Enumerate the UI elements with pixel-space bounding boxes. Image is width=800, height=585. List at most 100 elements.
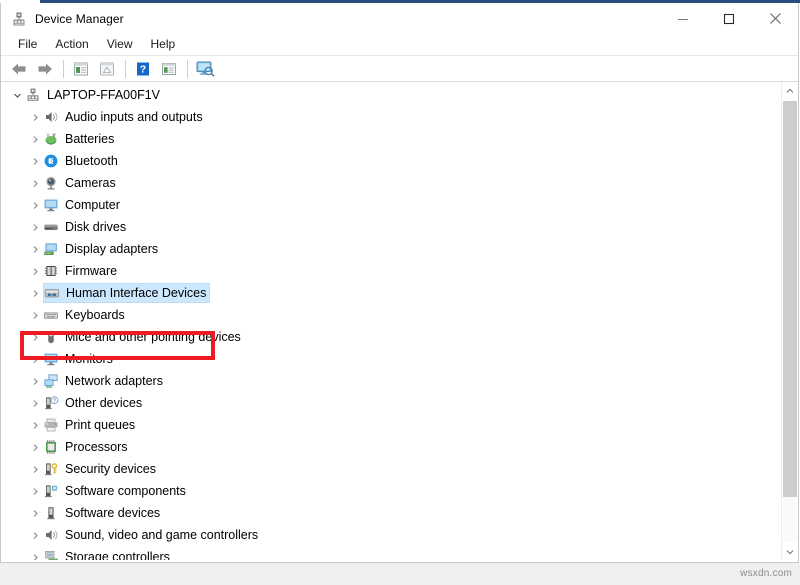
monitor-icon: [43, 351, 59, 367]
chevron-right-icon[interactable]: [27, 238, 43, 260]
properties-button[interactable]: [69, 58, 93, 80]
chevron-right-icon[interactable]: [27, 150, 43, 172]
tree-row-batteries[interactable]: Batteries: [1, 128, 781, 150]
tree-row-audio-inputs-and-outputs[interactable]: Audio inputs and outputs: [1, 106, 781, 128]
chevron-right-icon[interactable]: [27, 194, 43, 216]
maximize-button[interactable]: [706, 3, 752, 34]
tree-row-disk-drives[interactable]: Disk drives: [1, 216, 781, 238]
tree-row-storage-controllers[interactable]: Storage controllers: [1, 546, 781, 560]
chevron-right-icon[interactable]: [27, 348, 43, 370]
chevron-right-icon[interactable]: [27, 216, 43, 238]
menu-item-help[interactable]: Help: [142, 36, 185, 53]
speaker-icon: [43, 109, 59, 125]
close-button[interactable]: [752, 3, 798, 34]
tree-row-computer[interactable]: Computer: [1, 194, 781, 216]
scroll-down-button[interactable]: [782, 543, 798, 560]
scan-hardware-changes-button[interactable]: [157, 58, 181, 80]
forward-arrow-icon: [36, 61, 54, 77]
tree-row-root[interactable]: LAPTOP-FFA00F1V: [1, 84, 781, 106]
chevron-right-icon[interactable]: [27, 524, 43, 546]
processor-icon: [43, 439, 59, 455]
tree-row-software-components[interactable]: Software components: [1, 480, 781, 502]
tree-node-label: Human Interface Devices: [66, 285, 206, 301]
chevron-right-icon[interactable]: [27, 326, 43, 348]
menu-bar: File Action View Help: [1, 34, 798, 56]
help-button[interactable]: ?: [131, 58, 155, 80]
tree-row-human-interface-devices[interactable]: Human Interface Devices: [1, 282, 781, 304]
menu-item-file[interactable]: File: [9, 36, 46, 53]
scroll-up-button[interactable]: [782, 82, 798, 99]
chevron-right-icon[interactable]: [27, 106, 43, 128]
chevron-right-icon[interactable]: [27, 546, 43, 560]
tree-node-label: Sound, video and game controllers: [65, 527, 258, 543]
software-component-icon: [43, 483, 59, 499]
show-hidden-devices-button[interactable]: [193, 58, 217, 80]
tree-row-software-devices[interactable]: Software devices: [1, 502, 781, 524]
chevron-right-icon[interactable]: [27, 172, 43, 194]
computer-root-icon: [25, 87, 41, 103]
scrollbar-track[interactable]: [783, 497, 797, 542]
minimize-button[interactable]: [660, 3, 706, 34]
tree-row-cameras[interactable]: Cameras: [1, 172, 781, 194]
toolbar-separator: [187, 60, 188, 78]
tree-node-label: Network adapters: [65, 373, 163, 389]
tree-node-label: Firmware: [65, 263, 117, 279]
chevron-right-icon[interactable]: [27, 502, 43, 524]
forward-button[interactable]: [33, 58, 57, 80]
tree-row-mice-and-other-pointing-devices[interactable]: Mice and other pointing devices: [1, 326, 781, 348]
chevron-right-icon[interactable]: [27, 370, 43, 392]
chevron-right-icon[interactable]: [27, 304, 43, 326]
tree-row-keyboards[interactable]: Keyboards: [1, 304, 781, 326]
bluetooth-icon: [43, 153, 59, 169]
tree-row-firmware[interactable]: Firmware: [1, 260, 781, 282]
tree-row-print-queues[interactable]: Print queues: [1, 414, 781, 436]
tree-node-label: Processors: [65, 439, 128, 455]
tree-node-label: Bluetooth: [65, 153, 118, 169]
tree-node-label: LAPTOP-FFA00F1V: [47, 87, 160, 103]
device-tree-pane: LAPTOP-FFA00F1V Audio inputs and o: [1, 82, 798, 560]
chevron-right-icon[interactable]: [27, 260, 43, 282]
printer-icon: [43, 417, 59, 433]
tree-row-bluetooth[interactable]: Bluetooth: [1, 150, 781, 172]
tree-row-monitors[interactable]: Monitors: [1, 348, 781, 370]
tree-row-other-devices[interactable]: ? Other devices: [1, 392, 781, 414]
scroll-down-icon: [786, 549, 794, 555]
software-device-icon: [43, 505, 59, 521]
chevron-right-icon[interactable]: [27, 128, 43, 150]
menu-item-action[interactable]: Action: [46, 36, 97, 53]
window-title: Device Manager: [35, 12, 124, 26]
properties-icon: [72, 61, 90, 77]
desktop-background: Device Manager: [0, 0, 800, 585]
firmware-icon: [43, 263, 59, 279]
tree-node-label: Security devices: [65, 461, 156, 477]
chevron-right-icon[interactable]: [27, 458, 43, 480]
chevron-down-icon[interactable]: [9, 84, 25, 106]
update-driver-button[interactable]: [95, 58, 119, 80]
chevron-right-icon[interactable]: [27, 392, 43, 414]
chevron-right-icon[interactable]: [27, 282, 43, 304]
chevron-right-icon[interactable]: [27, 480, 43, 502]
camera-icon: [43, 175, 59, 191]
chevron-right-icon[interactable]: [27, 414, 43, 436]
tree-row-display-adapters[interactable]: Display adapters: [1, 238, 781, 260]
tree-row-sound-video-and-game-controllers[interactable]: Sound, video and game controllers: [1, 524, 781, 546]
device-tree[interactable]: LAPTOP-FFA00F1V Audio inputs and o: [1, 82, 781, 560]
disk-drive-icon: [43, 219, 59, 235]
bottom-strip: [0, 563, 800, 585]
tree-node-label: Computer: [65, 197, 120, 213]
menu-item-view[interactable]: View: [98, 36, 142, 53]
tree-node-label: Software components: [65, 483, 186, 499]
display-adapter-icon: [43, 241, 59, 257]
vertical-scrollbar[interactable]: [781, 82, 798, 560]
update-driver-icon: [98, 61, 116, 77]
svg-text:?: ?: [140, 63, 146, 75]
back-button[interactable]: [7, 58, 31, 80]
chevron-right-icon[interactable]: [27, 436, 43, 458]
scroll-up-icon: [786, 88, 794, 94]
tree-row-network-adapters[interactable]: Network adapters: [1, 370, 781, 392]
scrollbar-thumb[interactable]: [783, 101, 797, 497]
tree-row-security-devices[interactable]: Security devices: [1, 458, 781, 480]
tree-row-processors[interactable]: Processors: [1, 436, 781, 458]
tree-node-label: Print queues: [65, 417, 135, 433]
toolbar-separator: [125, 60, 126, 78]
